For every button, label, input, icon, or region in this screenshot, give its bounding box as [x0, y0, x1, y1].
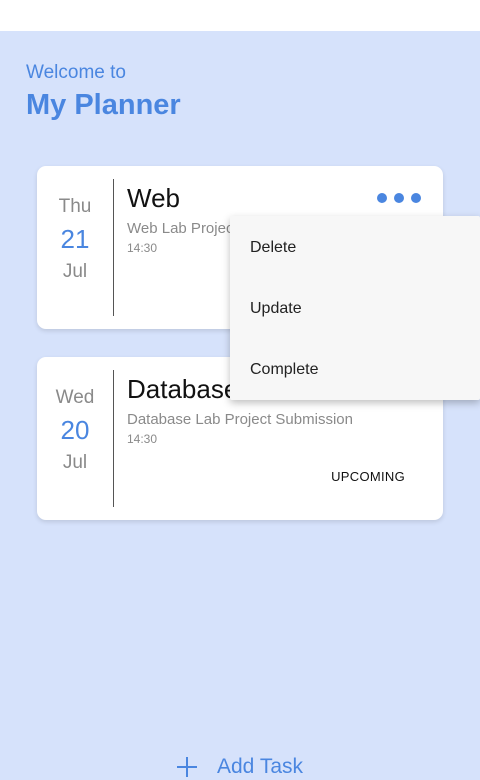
dot-icon — [411, 193, 421, 203]
card-divider — [113, 370, 114, 507]
task-description: Database Lab Project Submission — [127, 411, 353, 428]
menu-item-complete[interactable]: Complete — [230, 339, 480, 400]
task-time: 14:30 — [127, 432, 158, 446]
task-weekday: Wed — [55, 387, 95, 408]
task-title: Database — [127, 374, 239, 404]
menu-item-update[interactable]: Update — [230, 278, 480, 339]
welcome-text: Welcome to — [26, 62, 126, 83]
add-task-button[interactable]: Add Task — [175, 752, 303, 780]
dot-icon — [377, 193, 387, 203]
add-task-label: Add Task — [217, 755, 303, 778]
card-divider — [113, 179, 114, 316]
task-date: Wed 20 Jul — [37, 357, 113, 520]
more-options-icon[interactable] — [377, 190, 421, 206]
menu-item-delete[interactable]: Delete — [230, 217, 480, 278]
task-options-menu: Delete Update Complete — [230, 216, 480, 400]
planner-screen: Welcome to My Planner Thu 21 Jul Web Web… — [0, 31, 480, 780]
task-day-number: 20 — [60, 415, 90, 445]
app-title: My Planner — [26, 89, 181, 121]
task-month: Jul — [62, 452, 88, 473]
task-status-badge: UPCOMING — [331, 469, 405, 484]
task-time: 14:30 — [127, 241, 158, 255]
task-weekday: Thu — [58, 196, 92, 217]
task-day-number: 21 — [60, 224, 90, 254]
plus-icon — [175, 755, 199, 779]
task-title: Web — [127, 183, 180, 213]
task-month: Jul — [62, 261, 88, 282]
task-date: Thu 21 Jul — [37, 166, 113, 329]
status-bar-area — [0, 0, 480, 31]
dot-icon — [394, 193, 404, 203]
